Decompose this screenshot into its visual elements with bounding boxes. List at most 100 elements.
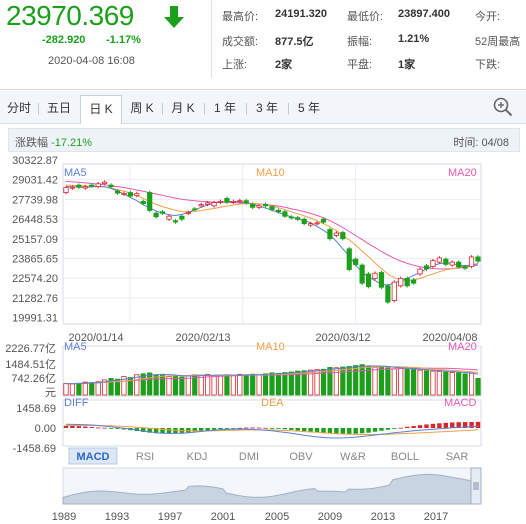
macd-bar: [372, 428, 378, 432]
candle: [353, 258, 359, 266]
tab-one-year[interactable]: 1 年: [206, 97, 244, 120]
tab-monthly-k[interactable]: 月 K: [164, 97, 202, 120]
candle: [76, 184, 82, 188]
macd-bar: [218, 428, 223, 430]
period-change: 涨跌幅 -17.21%: [15, 137, 93, 149]
indicator-tab-macd[interactable]: MACD: [77, 451, 110, 463]
macd-bar: [450, 422, 455, 428]
candle: [288, 216, 294, 219]
volume-bar: [211, 375, 217, 396]
indicator-tab-dmi[interactable]: DMI: [239, 451, 259, 463]
candle: [166, 215, 172, 220]
candle: [237, 200, 243, 203]
stock-chart[interactable]: 30322.87 29031.42 27739.98 26448.53 25157.09…: [0, 154, 526, 524]
volume-bar: [282, 372, 288, 396]
volume-bar: [69, 383, 76, 396]
macd-bar: [366, 428, 371, 433]
divider: [211, 0, 212, 78]
macd-bar: [443, 422, 449, 428]
candle: [89, 184, 95, 187]
tab-five-year[interactable]: 5 年: [290, 97, 328, 120]
macd-bar: [424, 424, 429, 428]
macd-bar: [250, 427, 255, 429]
candle: [211, 202, 217, 207]
divider: [38, 103, 39, 115]
indicator-tab-rsi[interactable]: RSI: [136, 451, 154, 463]
high-label: 最高价:: [222, 11, 259, 23]
macd-bar: [76, 426, 82, 428]
high-value: 24191.320: [275, 8, 327, 20]
volume-bar: [256, 374, 262, 396]
y-tick-label: 1458.69: [16, 403, 56, 415]
macd-bar: [263, 427, 268, 429]
ma20-label: MA20: [448, 167, 477, 179]
y-tick-label: 元: [45, 387, 56, 399]
indicator-tab-kdj[interactable]: KDJ: [187, 451, 208, 463]
candle: [417, 268, 423, 275]
indicator-tab-obv[interactable]: OBV: [289, 451, 313, 463]
tab-weekly-k[interactable]: 周 K: [124, 97, 160, 120]
down-arrow-icon: [164, 6, 184, 28]
macd-bar: [89, 427, 94, 428]
period-tabs: 分时 五日 日 K 周 K 月 K 1 年 3 年 5 年: [0, 91, 526, 124]
indicator-tab-sar[interactable]: SAR: [446, 451, 469, 463]
volume-bar: [269, 372, 275, 396]
diff-label: DIFF: [64, 397, 89, 409]
macd-bar: [340, 428, 346, 434]
volume-ma20-label: MA20: [448, 341, 477, 353]
volume-bar: [417, 369, 423, 396]
tab-five-day[interactable]: 五日: [40, 97, 78, 120]
cursor-time: 时间: 04/08: [453, 137, 509, 149]
macd-bar: [166, 428, 172, 434]
macd-bar: [205, 428, 210, 431]
candle: [398, 278, 404, 287]
macd-bar: [224, 428, 230, 429]
indicator-tab-boll[interactable]: BOLL: [391, 451, 419, 463]
volume-bar: [475, 378, 481, 396]
amplitude-value: 1.21%: [398, 33, 430, 45]
macd-bar: [411, 426, 416, 428]
indicator-tab-wr[interactable]: W&R: [340, 451, 366, 463]
candle: [462, 266, 468, 269]
candle: [205, 202, 211, 205]
candle: [147, 192, 153, 211]
volume-bar: [359, 364, 365, 396]
candle: [282, 211, 288, 217]
candle: [333, 232, 339, 236]
macd-bar: [83, 426, 88, 428]
candle: [365, 273, 372, 287]
y-tick-label: 30322.87: [12, 155, 58, 167]
candle: [217, 200, 224, 203]
candle: [121, 193, 127, 195]
overview-year-label: 1989: [52, 511, 76, 523]
volume-bar: [159, 374, 166, 396]
overview-year-label: 2001: [211, 511, 235, 523]
volume-bar: [340, 366, 346, 396]
candle: [275, 209, 282, 213]
macd-bar: [385, 428, 391, 430]
y-tick-label: 23865.65: [12, 254, 58, 266]
volume-bar: [147, 372, 153, 396]
zoom-in-icon[interactable]: [492, 96, 514, 118]
tab-daily-k[interactable]: 日 K: [80, 95, 122, 124]
open-label: 今开:: [475, 11, 501, 23]
volume-bar: [411, 369, 417, 396]
macd-bar: [353, 428, 358, 434]
candle: [192, 208, 198, 211]
tab-intraday[interactable]: 分时: [0, 97, 38, 120]
overview-year-label: 2009: [318, 511, 342, 523]
quote-datetime: 2020-04-08 16:08: [48, 55, 135, 67]
macd-bar: [276, 428, 281, 429]
tab-three-year[interactable]: 3 年: [248, 97, 286, 120]
volume-bar: [333, 367, 339, 396]
volume-bar: [224, 374, 230, 396]
volume-bar: [179, 376, 185, 396]
volume-bar: [243, 374, 249, 396]
volume-bar: [468, 372, 475, 396]
price-change-pct: -1.17%: [106, 34, 141, 46]
candle: [359, 264, 365, 284]
volume-bar: [372, 366, 378, 396]
candle: [301, 218, 307, 225]
volume-bar: [198, 374, 204, 396]
candle: [198, 204, 204, 207]
